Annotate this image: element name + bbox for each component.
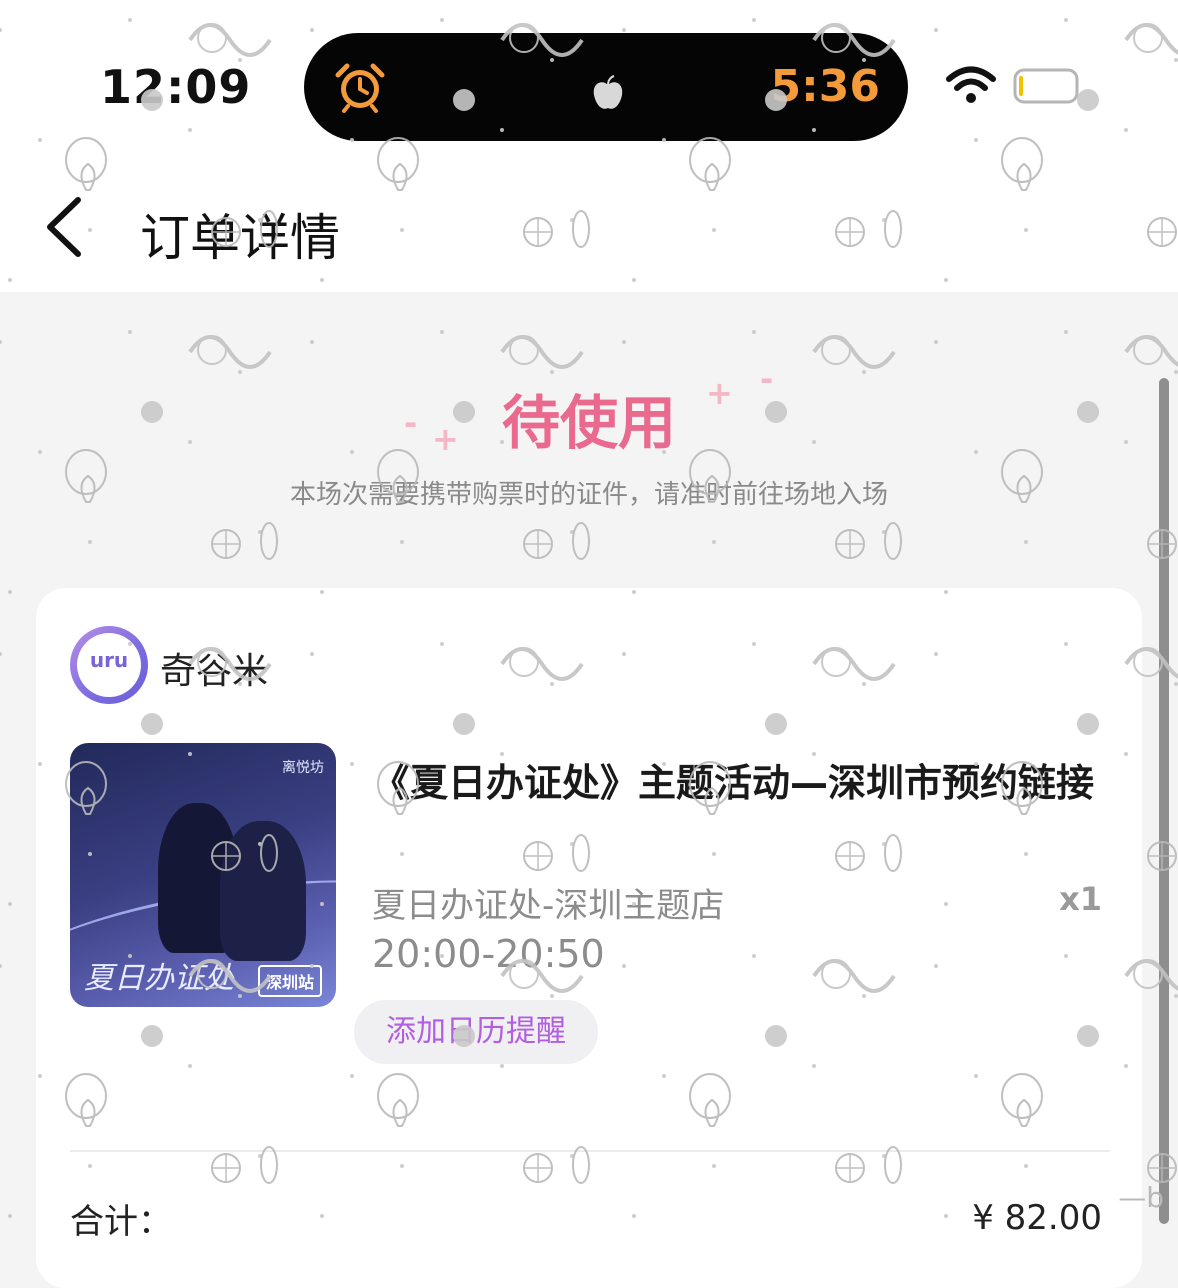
- scrollbar-thumb[interactable]: [1159, 378, 1169, 1224]
- product-quantity: x1: [1059, 880, 1102, 918]
- page-title: 订单详情: [140, 209, 340, 267]
- product-image[interactable]: 离悦坊 夏日办证处 深圳站: [70, 743, 336, 1007]
- order-status: 待使用: [501, 389, 676, 457]
- live-activity-timer: 5:36: [770, 61, 880, 112]
- total-amount: ¥ 82.00: [972, 1198, 1102, 1238]
- image-figure: [220, 821, 306, 961]
- shop-logo-text: uru: [89, 648, 129, 672]
- status-note: 本场次需要携带购票时的证件，请准时前往场地入场: [289, 480, 888, 510]
- shop-logo: uru: [70, 626, 148, 704]
- shop-logo-inner: uru: [77, 633, 141, 697]
- product-title[interactable]: 《夏日办证处》主题活动—深圳市预约链接: [372, 756, 1112, 810]
- battery-icon: [1013, 68, 1079, 104]
- watermark-corner: —b: [1118, 1181, 1164, 1214]
- total-label: 合计：: [70, 1202, 172, 1242]
- image-location-tag: 深圳站: [257, 965, 322, 997]
- card-divider: [70, 1150, 1110, 1152]
- back-chevron-icon[interactable]: [40, 194, 90, 260]
- image-brand: 离悦坊: [282, 760, 324, 776]
- add-calendar-reminder-button[interactable]: 添加日历提醒: [354, 1000, 598, 1064]
- shop-name: 奇谷米: [160, 651, 269, 692]
- top-bar: 12:09 5:36 订单详情: [0, 0, 1178, 292]
- status-time: 12:09: [100, 60, 252, 114]
- wifi-icon: [946, 66, 996, 103]
- image-title-art: 夏日办证处: [84, 961, 234, 996]
- product-variant: 夏日办证处-深圳主题店: [372, 886, 725, 926]
- apple-icon: [593, 75, 623, 109]
- dynamic-island[interactable]: 5:36: [304, 33, 908, 141]
- product-time: 20:00-20:50: [372, 932, 605, 976]
- order-card: uru 奇谷米 离悦坊 夏日办证处 深圳站 《夏日办证处》主题活动—深圳市预约链…: [36, 588, 1142, 1288]
- alarm-clock-icon: [335, 63, 385, 113]
